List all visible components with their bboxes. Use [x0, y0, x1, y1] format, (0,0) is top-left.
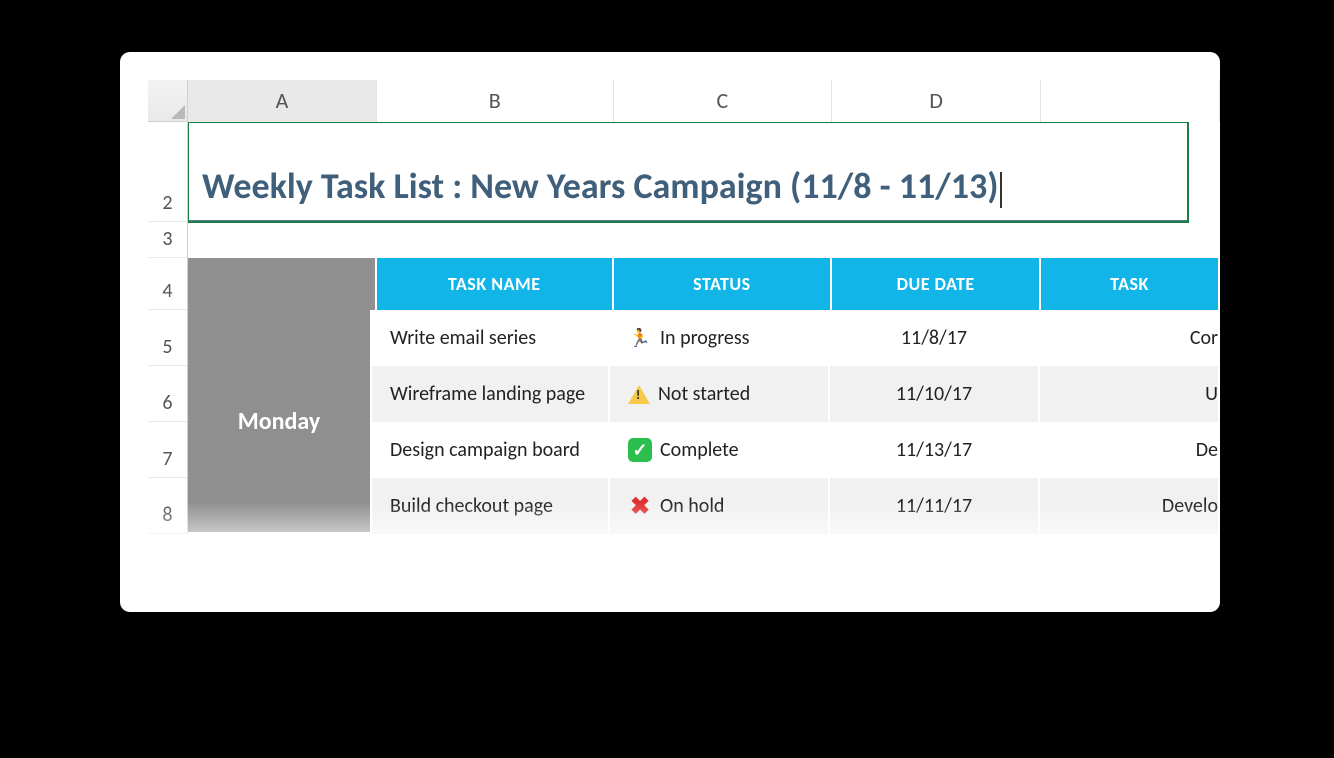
extra-cell[interactable]: Cor — [1040, 310, 1220, 366]
task-name-cell[interactable]: Build checkout page — [372, 478, 610, 534]
cell-grid[interactable]: Weekly Task List : New Years Campaign (1… — [188, 122, 1220, 562]
due-date-cell[interactable]: 11/10/17 — [830, 366, 1040, 422]
due-date-cell[interactable]: 11/8/17 — [830, 310, 1040, 366]
table-row: Design campaign board Complete 11/13/17 … — [372, 422, 1220, 478]
status-cell[interactable]: On hold — [610, 478, 830, 534]
column-header-C[interactable]: C — [614, 80, 833, 122]
day-label-cell[interactable]: Monday — [188, 310, 372, 534]
row-header-5[interactable]: 5 — [148, 310, 187, 366]
status-text: In progress — [660, 326, 750, 350]
task-name-cell[interactable]: Design campaign board — [372, 422, 610, 478]
status-cell[interactable]: Complete — [610, 422, 830, 478]
spreadsheet-card: A B C D 2 3 4 5 6 7 8 Weekly Task List :… — [120, 52, 1220, 612]
status-cell[interactable]: In progress — [610, 310, 830, 366]
column-header-E[interactable] — [1041, 80, 1220, 122]
task-name-cell[interactable]: Wireframe landing page — [372, 366, 610, 422]
extra-cell[interactable]: Develo — [1040, 478, 1220, 534]
column-header-B[interactable]: B — [377, 80, 614, 122]
column-header-D[interactable]: D — [832, 80, 1041, 122]
row-header-3[interactable]: 3 — [148, 222, 187, 258]
status-text: On hold — [660, 494, 724, 518]
table-row: Wireframe landing page Not started 11/10… — [372, 366, 1220, 422]
header-day-blank[interactable] — [188, 258, 377, 310]
row-header-6[interactable]: 6 — [148, 366, 187, 422]
table-row: Write email series In progress 11/8/17 C… — [372, 310, 1220, 366]
column-header-A[interactable]: A — [188, 80, 377, 122]
extra-cell[interactable]: U — [1040, 366, 1220, 422]
text-cursor — [1000, 172, 1002, 208]
check-icon — [628, 438, 652, 462]
header-task-partial[interactable]: TASK — [1041, 258, 1220, 310]
header-due-date[interactable]: DUE DATE — [832, 258, 1041, 310]
header-status[interactable]: STATUS — [614, 258, 833, 310]
row-header-4[interactable]: 4 — [148, 258, 187, 310]
task-name-cell[interactable]: Write email series — [372, 310, 610, 366]
title-cell[interactable]: Weekly Task List : New Years Campaign (1… — [188, 122, 1188, 222]
x-icon — [628, 494, 652, 518]
header-task-name[interactable]: TASK NAME — [377, 258, 614, 310]
spreadsheet-viewport: A B C D 2 3 4 5 6 7 8 Weekly Task List :… — [148, 80, 1220, 562]
status-text: Not started — [658, 382, 750, 406]
table-row: Build checkout page On hold 11/11/17 Dev… — [372, 478, 1220, 534]
table-header-row: TASK NAME STATUS DUE DATE TASK — [188, 258, 1220, 310]
row-headers: 2 3 4 5 6 7 8 — [148, 122, 188, 534]
running-icon — [628, 326, 652, 350]
column-headers: A B C D — [188, 80, 1220, 122]
task-rows: Write email series In progress 11/8/17 C… — [372, 310, 1220, 534]
page-title: Weekly Task List : New Years Campaign (1… — [202, 164, 998, 208]
task-table: TASK NAME STATUS DUE DATE TASK Monday Wr… — [188, 258, 1220, 534]
row-header-2[interactable]: 2 — [148, 122, 187, 222]
due-date-cell[interactable]: 11/13/17 — [830, 422, 1040, 478]
warning-icon — [628, 385, 650, 404]
status-text: Complete — [660, 438, 739, 462]
status-cell[interactable]: Not started — [610, 366, 830, 422]
extra-cell[interactable]: De — [1040, 422, 1220, 478]
row-header-7[interactable]: 7 — [148, 422, 187, 478]
due-date-cell[interactable]: 11/11/17 — [830, 478, 1040, 534]
row-header-8[interactable]: 8 — [148, 478, 187, 534]
select-all-corner[interactable] — [148, 80, 188, 122]
table-body: Monday Write email series In progress 11… — [188, 310, 1220, 534]
